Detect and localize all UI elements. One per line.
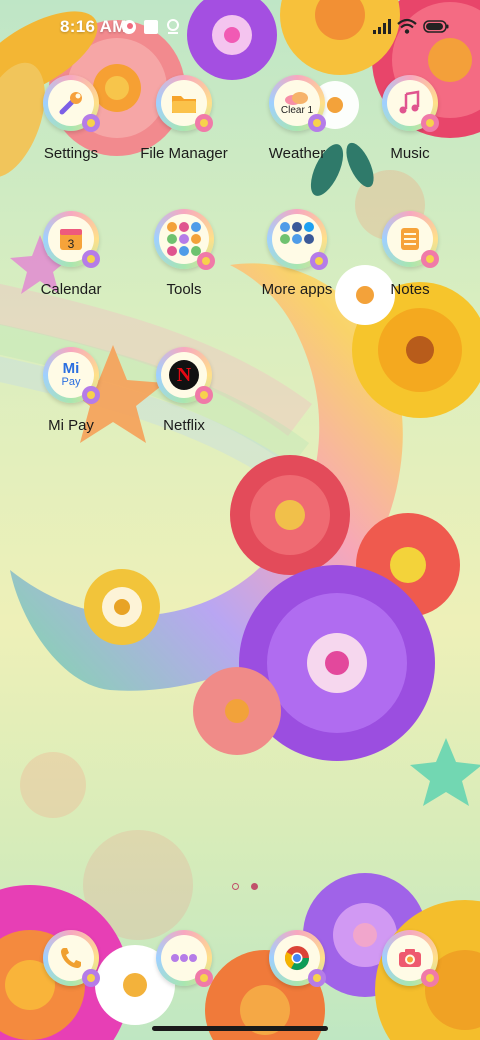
notification-square-icon [144, 20, 158, 34]
app-mi-pay[interactable]: Mi Pay Mi Pay [16, 347, 126, 457]
decorative-flower-icon [195, 969, 213, 987]
battery-icon [423, 20, 449, 33]
dock-messages[interactable] [129, 930, 239, 990]
decorative-flower-icon [421, 969, 439, 987]
status-bar: 8:16 AM [0, 0, 480, 54]
dock-chrome[interactable] [242, 930, 352, 990]
more-apps-icon-frame [267, 209, 328, 270]
messages-icon-frame [156, 930, 213, 987]
app-file-manager[interactable]: File Manager [129, 75, 239, 185]
app-label-tools: Tools [166, 281, 202, 298]
app-weather[interactable]: Clear 1 Weather [242, 75, 352, 185]
notes-icon-frame [382, 211, 439, 268]
netflix-icon-frame: N [156, 347, 213, 404]
app-settings[interactable]: Settings [16, 75, 126, 185]
app-label-calendar: Calendar [40, 281, 102, 298]
decorative-flower-icon [82, 969, 100, 987]
decorative-flower-icon [421, 114, 439, 132]
mi-pay-icon-frame: Mi Pay [43, 347, 100, 404]
decorative-flower-icon [82, 386, 100, 404]
weather-cloud-icon [285, 91, 308, 105]
app-label-mi-pay: Mi Pay [48, 417, 94, 434]
dock-phone[interactable] [16, 930, 126, 990]
page-dot-1[interactable] [232, 883, 239, 890]
decorative-flower-icon [308, 114, 326, 132]
file-manager-icon-frame [156, 75, 213, 132]
app-label-notes: Notes [390, 281, 430, 298]
notification-app-icon [122, 20, 136, 34]
weather-icon-frame: Clear 1 [269, 75, 326, 132]
app-label-file-manager: File Manager [140, 145, 228, 162]
status-time: 8:16 AM [60, 17, 127, 36]
app-label-music: Music [390, 145, 430, 162]
app-notes[interactable]: Notes [355, 211, 465, 321]
app-label-more-apps: More apps [261, 281, 333, 298]
tools-icon-frame [154, 209, 215, 270]
decorative-flower-icon [197, 252, 215, 270]
calendar-day-number: 3 [68, 237, 75, 251]
decorative-flower-icon [421, 250, 439, 268]
messages-icon [171, 954, 197, 962]
mi-pay-icon-text-bottom: Pay [61, 376, 81, 388]
mi-pay-icon-text-top: Mi [62, 360, 80, 377]
settings-icon-frame [43, 75, 100, 132]
app-calendar[interactable]: 3 Calendar [16, 211, 126, 321]
app-music[interactable]: Music [355, 75, 465, 185]
decorative-flower-icon [195, 386, 213, 404]
phone-icon-frame [43, 930, 100, 987]
page-dot-2-active[interactable] [251, 883, 259, 890]
chrome-icon-frame [269, 930, 326, 987]
decorative-flower-icon [82, 250, 100, 268]
dock-camera[interactable] [355, 930, 465, 990]
app-netflix[interactable]: N Netflix [129, 347, 239, 457]
decorative-flower-icon [308, 969, 326, 987]
decorative-flower-icon [310, 252, 328, 270]
netflix-icon-letter: N [176, 363, 192, 386]
app-tools-folder[interactable]: Tools [129, 209, 239, 321]
wifi-icon [397, 18, 417, 34]
camera-icon-frame [382, 930, 439, 987]
app-label-settings: Settings [43, 145, 99, 162]
decorative-flower-icon [82, 114, 100, 132]
music-icon-frame [382, 75, 439, 132]
app-label-netflix: Netflix [163, 417, 205, 434]
location-icon [167, 19, 179, 34]
app-more-apps-folder[interactable]: More apps [242, 209, 352, 321]
decorative-flower-icon [195, 114, 213, 132]
home-gesture-bar[interactable] [152, 1026, 328, 1031]
calendar-icon-frame: 3 [43, 211, 100, 268]
app-label-weather: Weather [268, 145, 326, 162]
page-indicator [228, 877, 262, 895]
signal-strength-icon [373, 19, 391, 34]
